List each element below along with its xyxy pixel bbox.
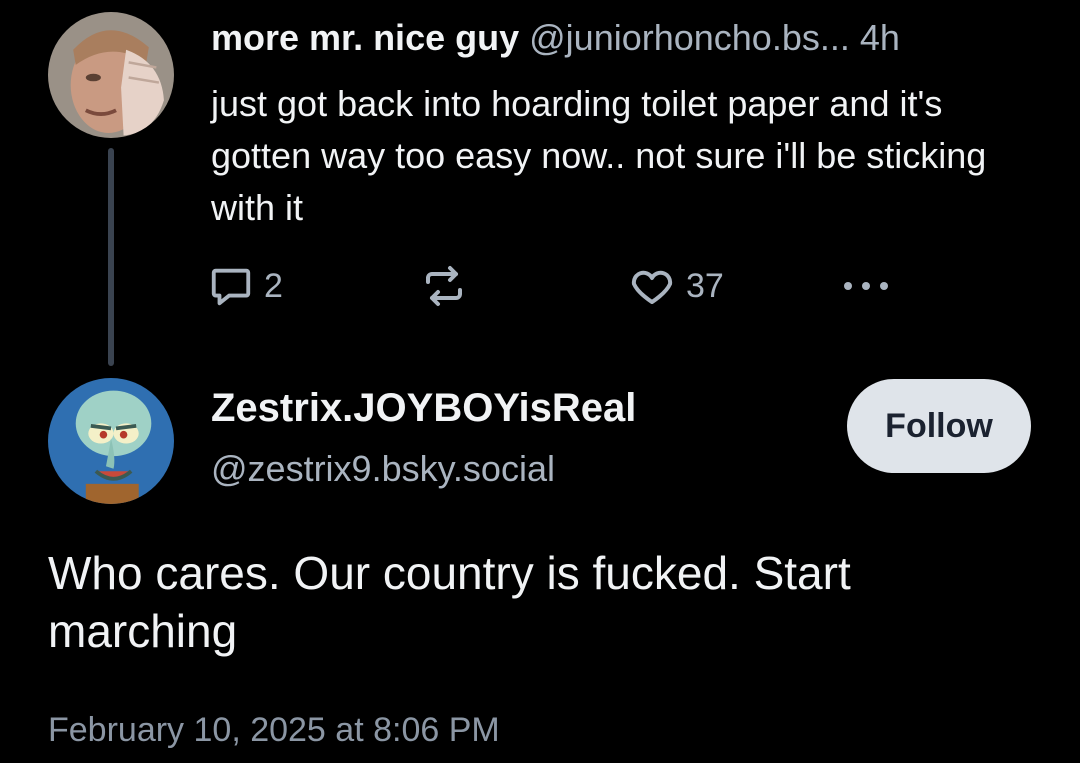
main-author-avatar[interactable] xyxy=(48,378,174,504)
face-palm-person-avatar-icon xyxy=(48,12,174,138)
parent-author-name[interactable]: more mr. nice guy xyxy=(211,17,519,58)
reply-button[interactable]: 2 xyxy=(208,258,283,314)
parent-post-text: just got back into hoarding toilet paper… xyxy=(211,83,987,228)
main-post-text: Who cares. Our country is fucked. Start … xyxy=(48,547,851,657)
more-options-button[interactable] xyxy=(838,258,894,314)
thread-connector-line xyxy=(108,148,114,366)
repost-button[interactable] xyxy=(420,258,468,314)
speech-bubble-icon xyxy=(211,268,251,306)
like-button[interactable]: 37 xyxy=(628,258,724,314)
main-author-handle[interactable]: @zestrix9.bsky.social xyxy=(211,444,555,494)
repost-arrows-icon xyxy=(426,266,462,306)
like-count: 37 xyxy=(686,266,724,305)
parent-author-handle[interactable]: @juniorhoncho.bs... xyxy=(529,17,850,58)
parent-post-actions: 2 37 xyxy=(0,258,1080,314)
heart-icon xyxy=(631,270,673,304)
main-post-timestamp[interactable]: February 10, 2025 at 8:06 PM xyxy=(48,706,500,754)
reply-count: 2 xyxy=(264,266,283,305)
ellipsis-icon xyxy=(844,282,888,290)
squidward-avatar-icon xyxy=(48,378,174,504)
parent-post-header: more mr. nice guy @juniorhoncho.bs... 4h xyxy=(211,14,900,62)
main-author-name[interactable]: Zestrix.JOYBOYisReal xyxy=(211,383,636,433)
follow-button[interactable]: Follow xyxy=(847,379,1031,473)
parent-post-time[interactable]: 4h xyxy=(860,17,900,58)
parent-author-avatar[interactable] xyxy=(48,12,174,138)
